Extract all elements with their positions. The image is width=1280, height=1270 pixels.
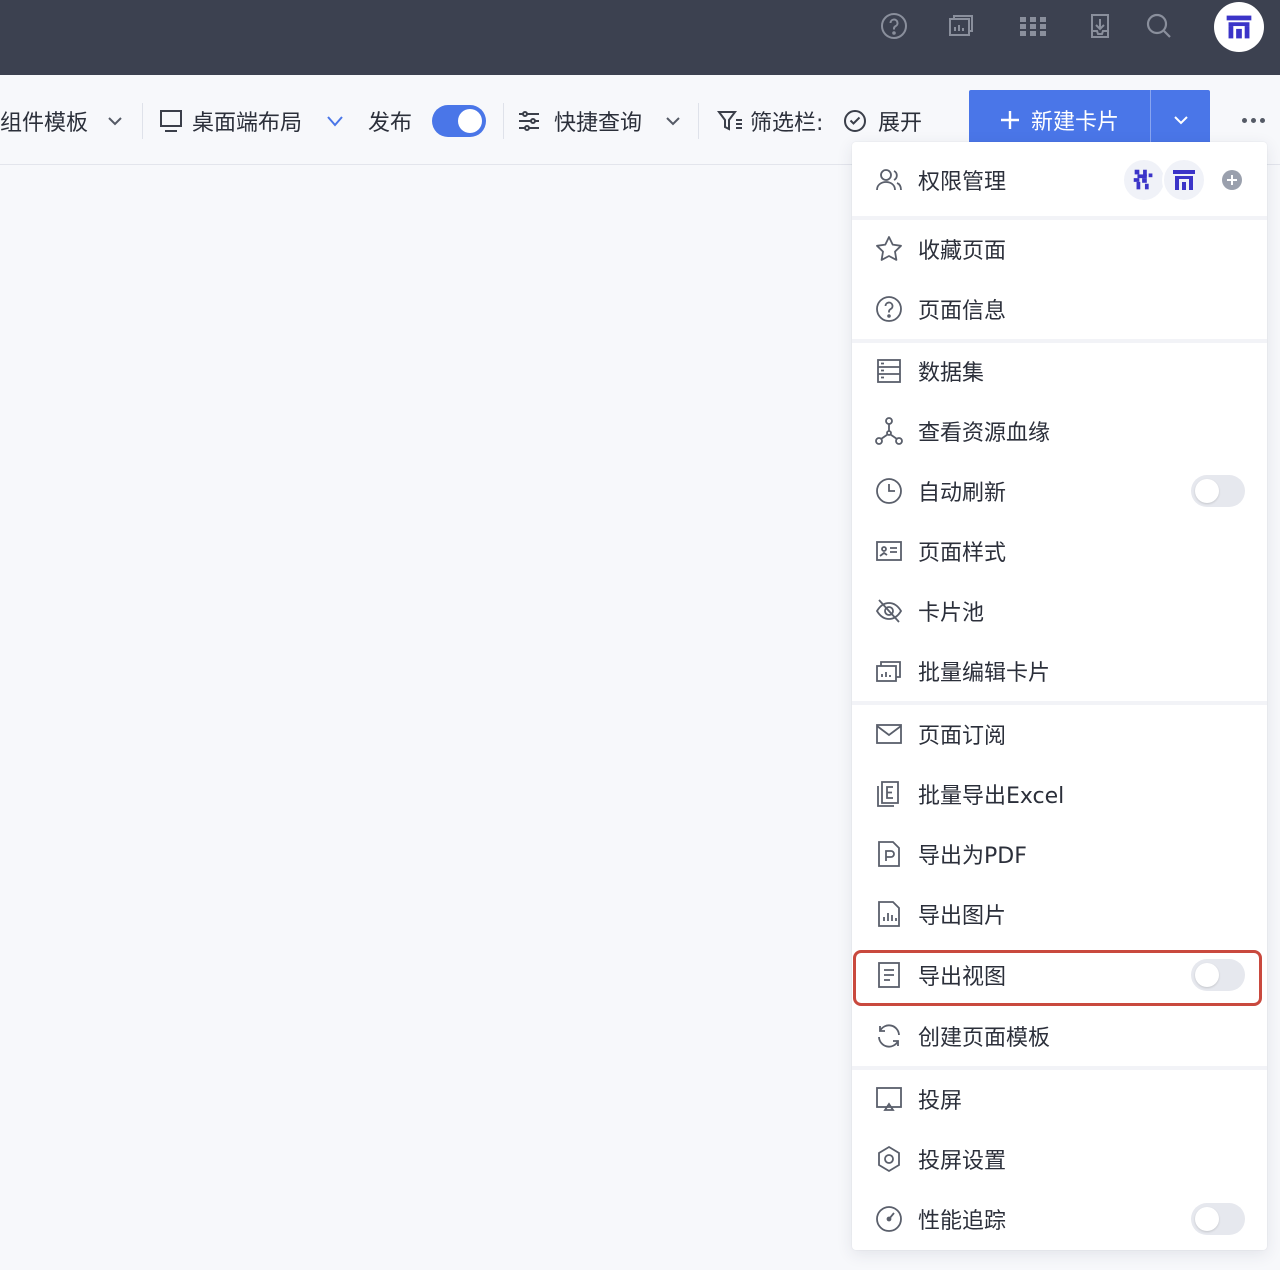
chevron-down-icon xyxy=(1173,116,1188,125)
users-icon xyxy=(874,165,904,195)
permission-members xyxy=(1122,158,1206,202)
toolbar-divider xyxy=(503,103,504,139)
menu-item-label: 数据集 xyxy=(918,361,985,386)
menu-item-label: 投屏设置 xyxy=(918,1149,1007,1174)
auto-refresh-toggle[interactable] xyxy=(1191,475,1245,507)
menu-item-lineage[interactable]: 查看资源血缘 xyxy=(852,401,1267,461)
member-avatar[interactable] xyxy=(1122,158,1166,202)
excel-file-icon xyxy=(874,779,904,809)
menu-item-label: 批量编辑卡片 xyxy=(918,661,1051,686)
dataset-icon xyxy=(874,356,904,386)
desktop-layout-label: 桌面端布局 xyxy=(192,111,303,136)
add-member-icon[interactable] xyxy=(1222,170,1242,190)
menu-item-label: 权限管理 xyxy=(918,170,1007,195)
apps-grid-icon[interactable] xyxy=(1015,8,1051,44)
menu-item-export-excel[interactable]: 批量导出Excel xyxy=(852,764,1267,824)
chevron-down-icon xyxy=(108,117,122,126)
menu-item-label: 批量导出Excel xyxy=(918,784,1065,809)
quick-query-label: 快捷查询 xyxy=(554,111,643,136)
publish-label-wrap: 发布 xyxy=(368,101,412,141)
pdf-file-icon xyxy=(874,839,904,869)
more-dot xyxy=(1259,117,1265,123)
new-card-button[interactable]: 新建卡片 xyxy=(969,90,1151,150)
menu-item-label: 收藏页面 xyxy=(918,239,1007,264)
help-icon[interactable] xyxy=(876,8,912,44)
search-icon[interactable] xyxy=(1141,8,1177,44)
clock-icon xyxy=(874,476,904,506)
desktop-layout-dropdown[interactable]: 桌面端布局 xyxy=(158,101,346,141)
filter-icon xyxy=(717,111,742,131)
quick-query-dropdown[interactable]: 快捷查询 xyxy=(516,101,684,141)
menu-item-label: 自动刷新 xyxy=(918,481,1007,506)
more-options-menu: 权限管理 收藏页面 页面信息 数据集 查看资源血缘 自动刷新 页面样式 卡片池 … xyxy=(852,142,1267,1250)
more-dot xyxy=(1241,117,1247,123)
perf-trace-toggle[interactable] xyxy=(1191,1203,1245,1235)
filter-bar-control[interactable]: 筛选栏: xyxy=(716,101,823,141)
menu-item-page-info[interactable]: 页面信息 xyxy=(852,279,1267,339)
publish-toggle[interactable] xyxy=(432,105,486,137)
menu-item-cast-settings[interactable]: 投屏设置 xyxy=(852,1129,1267,1189)
user-avatar[interactable] xyxy=(1214,2,1264,52)
more-options-button[interactable] xyxy=(1236,105,1270,135)
more-dot xyxy=(1250,117,1256,123)
refresh-icon xyxy=(874,1021,904,1051)
menu-item-card-pool[interactable]: 卡片池 xyxy=(852,581,1267,641)
dashboard-icon[interactable] xyxy=(943,8,979,44)
gauge-icon xyxy=(874,1204,904,1234)
component-template-dropdown[interactable]: 组件模板 xyxy=(0,101,126,141)
menu-item-favorite[interactable]: 收藏页面 xyxy=(852,219,1267,279)
menu-item-label: 投屏 xyxy=(918,1089,963,1114)
monitor-icon xyxy=(160,110,182,132)
menu-item-create-template[interactable]: 创建页面模板 xyxy=(852,1006,1267,1066)
download-box-icon[interactable] xyxy=(1082,8,1118,44)
menu-item-label: 页面订阅 xyxy=(918,724,1007,749)
menu-item-label: 导出为PDF xyxy=(918,844,1027,869)
chart-file-icon xyxy=(874,899,904,929)
new-card-dropdown-button[interactable] xyxy=(1151,90,1210,150)
menu-item-label: 页面信息 xyxy=(918,299,1007,324)
mail-icon xyxy=(874,719,904,749)
question-circle-icon xyxy=(874,294,904,324)
member-avatar[interactable] xyxy=(1162,158,1206,202)
gear-icon xyxy=(874,1144,904,1174)
star-icon xyxy=(874,234,904,264)
menu-item-label: 性能追踪 xyxy=(918,1209,1007,1234)
menu-item-label: 导出图片 xyxy=(918,904,1007,929)
new-card-label: 新建卡片 xyxy=(1031,110,1120,135)
menu-item-label: 创建页面模板 xyxy=(918,1026,1051,1051)
new-card-button-group: 新建卡片 xyxy=(969,90,1210,150)
menu-item-export-image[interactable]: 导出图片 xyxy=(852,884,1267,944)
eye-off-icon xyxy=(874,596,904,626)
menu-item-page-style[interactable]: 页面样式 xyxy=(852,521,1267,581)
toolbar-divider xyxy=(698,103,699,139)
export-view-highlight xyxy=(853,950,1262,1006)
menu-item-subscribe[interactable]: 页面订阅 xyxy=(852,704,1267,764)
menu-item-batch-edit[interactable]: 批量编辑卡片 xyxy=(852,641,1267,701)
sliders-icon xyxy=(519,111,539,131)
menu-item-label: 卡片池 xyxy=(918,601,985,626)
top-header-bar xyxy=(0,0,1280,75)
lineage-graph-icon xyxy=(874,416,904,446)
chevron-down-icon xyxy=(666,117,680,126)
batch-cards-icon xyxy=(874,656,904,686)
menu-item-dataset[interactable]: 数据集 xyxy=(852,341,1267,401)
page-style-icon xyxy=(874,536,904,566)
chevron-down-icon xyxy=(327,116,343,127)
filter-bar-label: 筛选栏: xyxy=(750,111,824,136)
menu-item-label: 页面样式 xyxy=(918,541,1007,566)
toolbar-divider xyxy=(142,103,143,139)
cast-screen-icon xyxy=(874,1084,904,1114)
expand-control[interactable]: 展开 xyxy=(842,101,922,141)
expand-label: 展开 xyxy=(878,111,923,136)
menu-item-label: 查看资源血缘 xyxy=(918,421,1051,446)
plus-icon xyxy=(1001,111,1019,129)
menu-item-export-pdf[interactable]: 导出为PDF xyxy=(852,824,1267,884)
component-template-label: 组件模板 xyxy=(0,111,89,136)
publish-label: 发布 xyxy=(368,111,413,136)
menu-item-cast[interactable]: 投屏 xyxy=(852,1069,1267,1129)
check-circle-icon xyxy=(844,110,866,132)
